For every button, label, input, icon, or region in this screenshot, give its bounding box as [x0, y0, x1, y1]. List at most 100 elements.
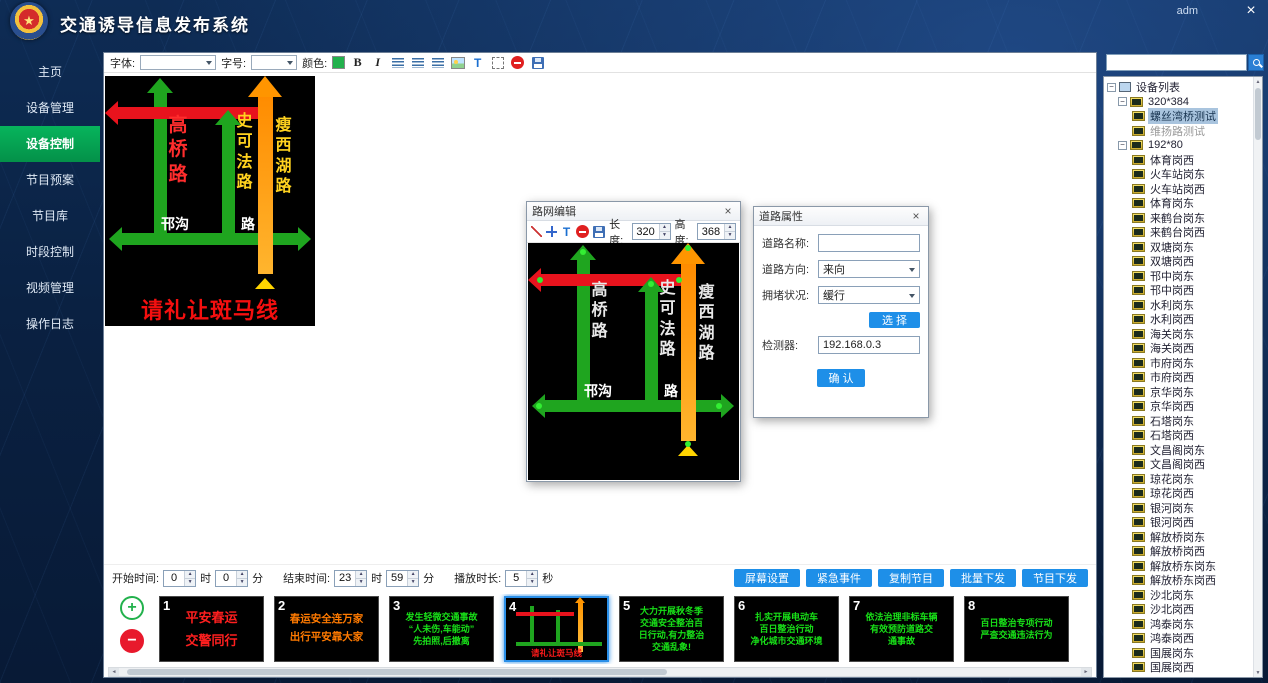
tree-device[interactable]: 双塘岗东	[1104, 240, 1253, 255]
program-thumbnail-5[interactable]: 5大力开展秋冬季交通安全整治百日行动,有力整治交通乱象!	[619, 596, 724, 662]
spinner-arrows[interactable]	[184, 571, 195, 586]
text-tool-icon[interactable]: T	[470, 55, 485, 70]
tree-device[interactable]: 螺丝湾桥测试	[1104, 109, 1253, 124]
color-swatch[interactable]	[332, 56, 345, 69]
tree-device[interactable]: 琼花岗东	[1104, 472, 1253, 487]
spinner-arrows[interactable]	[407, 571, 418, 586]
tree-device[interactable]: 鸿泰岗东	[1104, 617, 1253, 632]
start-minute-spinner[interactable]: 0	[215, 570, 248, 587]
tree-device[interactable]: 沙北岗东	[1104, 588, 1253, 603]
draw-line-icon[interactable]	[531, 224, 542, 239]
tree-device[interactable]: 海关岗西	[1104, 341, 1253, 356]
spinner-arrows[interactable]	[659, 224, 670, 239]
scroll-right-icon[interactable]	[1081, 668, 1091, 676]
tree-device[interactable]: 邗中岗西	[1104, 283, 1253, 298]
delete-icon[interactable]	[576, 224, 589, 239]
end-hour-spinner[interactable]: 23	[334, 570, 367, 587]
size-select[interactable]	[251, 55, 297, 70]
tree-device[interactable]: 来鹤台岗西	[1104, 225, 1253, 240]
italic-button[interactable]: I	[370, 55, 385, 70]
roadnet-canvas[interactable]: 高桥路 史可法路 瘦西湖路 邗沟 路 请礼让斑马线	[528, 243, 739, 480]
username[interactable]: adm	[1177, 5, 1198, 17]
tree-device[interactable]: 海关岗东	[1104, 327, 1253, 342]
font-select[interactable]	[140, 55, 216, 70]
scroll-up-icon[interactable]	[1254, 77, 1262, 86]
scrollbar-thumb[interactable]	[127, 669, 667, 675]
sidebar-item-operation-log[interactable]: 操作日志	[0, 306, 100, 342]
tree-device[interactable]: 火车站岗西	[1104, 182, 1253, 197]
tree-device[interactable]: 体育岗东	[1104, 196, 1253, 211]
program-thumbnail-8[interactable]: 8百日整治专项行动严查交通违法行为	[964, 596, 1069, 662]
confirm-button[interactable]: 确 认	[817, 369, 864, 387]
tree-device[interactable]: 体育岗西	[1104, 153, 1253, 168]
spinner-arrows[interactable]	[526, 571, 537, 586]
height-spinner[interactable]: 368	[697, 223, 736, 240]
close-icon[interactable]: ×	[909, 209, 923, 223]
align-center-icon[interactable]	[410, 55, 425, 70]
horizontal-scrollbar[interactable]	[108, 667, 1092, 677]
end-minute-spinner[interactable]: 59	[386, 570, 419, 587]
tree-device[interactable]: 双塘岗西	[1104, 254, 1253, 269]
tree-device[interactable]: 国展岗东	[1104, 646, 1253, 661]
vertical-scrollbar[interactable]	[1253, 77, 1262, 677]
scrollbar-thumb[interactable]	[1255, 88, 1261, 140]
add-program-button[interactable]: +	[120, 596, 144, 620]
window-close-button[interactable]: ×	[1242, 2, 1260, 20]
tree-device[interactable]: 京华岗东	[1104, 385, 1253, 400]
tree-device[interactable]: 银河岗西	[1104, 515, 1253, 530]
sidebar-item-period-control[interactable]: 时段控制	[0, 234, 100, 270]
search-button[interactable]	[1248, 54, 1264, 71]
align-right-icon[interactable]	[430, 55, 445, 70]
sidebar-item-home[interactable]: 主页	[0, 54, 100, 90]
collapse-icon[interactable]: −	[1118, 97, 1127, 106]
select-button[interactable]: 选 择	[869, 312, 920, 328]
tree-group-320*384[interactable]: −320*384	[1104, 95, 1253, 110]
tree-device[interactable]: 市府岗西	[1104, 370, 1253, 385]
duration-spinner[interactable]: 5	[505, 570, 538, 587]
align-left-icon[interactable]	[390, 55, 405, 70]
tree-device[interactable]: 来鹤台岗东	[1104, 211, 1253, 226]
tree-device[interactable]: 水利岗西	[1104, 312, 1253, 327]
tree-device[interactable]: 银河岗东	[1104, 501, 1253, 516]
program-thumbnail-7[interactable]: 7依法治理非标车辆有效预防道路交通事故	[849, 596, 954, 662]
tree-root[interactable]: −设备列表	[1104, 80, 1253, 95]
spinner-arrows[interactable]	[236, 571, 247, 586]
tree-device[interactable]: 解放桥东岗西	[1104, 573, 1253, 588]
collapse-icon[interactable]: −	[1118, 141, 1127, 150]
sidebar-item-device-management[interactable]: 设备管理	[0, 90, 100, 126]
program-thumbnail-4[interactable]: 4请礼让斑马线	[504, 596, 609, 662]
spinner-arrows[interactable]	[355, 571, 366, 586]
tree-device[interactable]: 鸿泰岗西	[1104, 631, 1253, 646]
collapse-icon[interactable]: −	[1107, 83, 1116, 92]
tree-device[interactable]: 解放桥岗西	[1104, 544, 1253, 559]
program-thumbnail-1[interactable]: 1平安春运交警同行	[159, 596, 264, 662]
congestion-select[interactable]: 缓行	[818, 286, 920, 304]
program-thumbnail-2[interactable]: 2春运安全连万家出行平安靠大家	[274, 596, 379, 662]
tree-device[interactable]: 沙北岗西	[1104, 602, 1253, 617]
tree-device[interactable]: 琼花岗西	[1104, 486, 1253, 501]
tree-device[interactable]: 市府岗东	[1104, 356, 1253, 371]
roadprops-dialog-titlebar[interactable]: 道路属性 ×	[754, 207, 928, 226]
length-spinner[interactable]: 320	[632, 223, 671, 240]
detector-input[interactable]: 192.168.0.3	[818, 336, 920, 354]
sidebar-item-program-plan[interactable]: 节目预案	[0, 162, 100, 198]
sidebar-item-program-library[interactable]: 节目库	[0, 198, 100, 234]
close-icon[interactable]: ×	[721, 204, 735, 218]
sidebar-item-video-management[interactable]: 视频管理	[0, 270, 100, 306]
road-direction-select[interactable]: 来向	[818, 260, 920, 278]
emergency-event-button[interactable]: 紧急事件	[806, 569, 872, 587]
text-tool-icon[interactable]: T	[561, 224, 572, 239]
scroll-down-icon[interactable]	[1254, 668, 1262, 677]
tree-device[interactable]: 维扬路测试	[1104, 124, 1253, 139]
tree-device[interactable]: 文昌阁岗西	[1104, 457, 1253, 472]
save-icon[interactable]	[530, 55, 545, 70]
frame-tool-icon[interactable]	[490, 55, 505, 70]
batch-send-button[interactable]: 批量下发	[950, 569, 1016, 587]
spinner-arrows[interactable]	[724, 224, 735, 239]
program-send-button[interactable]: 节目下发	[1022, 569, 1088, 587]
tree-device[interactable]: 邗中岗东	[1104, 269, 1253, 284]
delete-icon[interactable]	[510, 55, 525, 70]
tree-device[interactable]: 京华岗西	[1104, 399, 1253, 414]
sidebar-item-device-control[interactable]: 设备控制	[0, 126, 100, 162]
road-name-input[interactable]	[818, 234, 920, 252]
